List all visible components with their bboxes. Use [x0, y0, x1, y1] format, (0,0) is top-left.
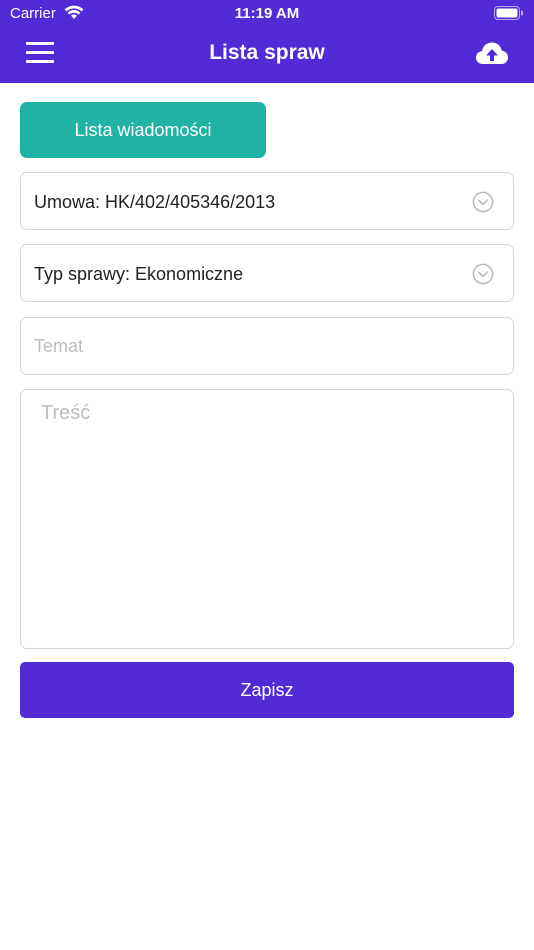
save-button[interactable]: Zapisz [20, 662, 514, 718]
status-bar: Carrier 11:19 AM [0, 0, 534, 28]
contract-select-value: Umowa: HK/402/405346/2013 [34, 192, 276, 212]
battery-icon [494, 6, 524, 26]
app-header: Carrier 11:19 AM Lista spraw [0, 0, 534, 83]
contract-select[interactable]: Umowa: HK/402/405346/2013 [20, 172, 514, 230]
navigation-bar: Lista spraw [0, 28, 534, 83]
chevron-down-icon [472, 263, 494, 285]
case-type-select[interactable]: Typ sprawy: Ekonomiczne [20, 244, 514, 302]
cloud-upload-icon[interactable] [475, 40, 509, 68]
page-title: Lista spraw [209, 41, 325, 64]
subject-input[interactable] [20, 317, 514, 375]
content-textarea[interactable] [20, 389, 514, 649]
case-type-select-value: Typ sprawy: Ekonomiczne [34, 264, 244, 284]
messages-list-button[interactable]: Lista wiadomości [20, 102, 266, 158]
status-time: 11:19 AM [234, 5, 300, 22]
chevron-down-icon [472, 191, 494, 213]
